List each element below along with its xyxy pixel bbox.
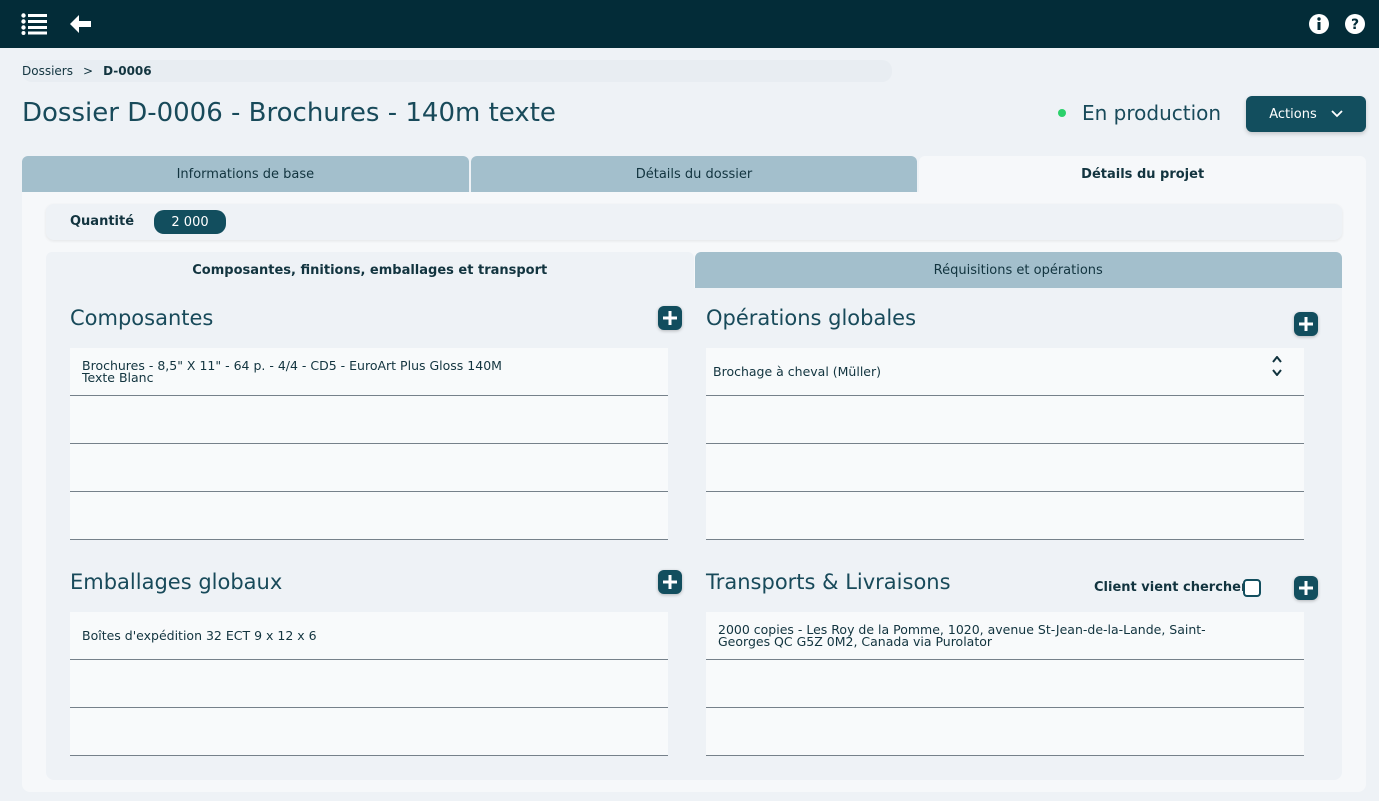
tab-informations-de-base[interactable]: Informations de base xyxy=(22,156,469,192)
breadcrumb-separator: > xyxy=(83,64,94,78)
help-icon[interactable]: ? xyxy=(1342,12,1368,36)
inner-tabs: Composantes, finitions, emballages et tr… xyxy=(46,252,1342,288)
arrow-up-icon[interactable] xyxy=(1272,356,1282,363)
composantes-title: Composantes xyxy=(70,306,214,330)
breadcrumb: Dossiers > D-0006 xyxy=(22,60,892,82)
scrollbar[interactable] xyxy=(668,348,682,540)
back-arrow-icon[interactable] xyxy=(67,12,93,36)
breadcrumb-dossiers-link[interactable]: Dossiers xyxy=(22,64,73,78)
plus-icon xyxy=(1299,581,1313,595)
list-item[interactable]: Brochage à cheval (Müller) xyxy=(706,348,1304,396)
scrollbar[interactable] xyxy=(668,612,682,756)
status-dot-icon xyxy=(1058,109,1066,117)
list-item[interactable] xyxy=(70,708,668,756)
add-composante-button[interactable] xyxy=(658,306,682,330)
status-indicator: En production xyxy=(1058,101,1221,125)
list-item[interactable] xyxy=(706,492,1304,540)
actions-button[interactable]: Actions xyxy=(1246,96,1366,132)
list-item[interactable] xyxy=(706,660,1304,708)
arrow-down-icon[interactable] xyxy=(1272,369,1282,376)
quantity-value[interactable]: 2 000 xyxy=(154,210,226,234)
emballages-title: Emballages globaux xyxy=(70,570,283,594)
operations-list: Brochage à cheval (Müller) xyxy=(706,348,1318,540)
top-bar: ? xyxy=(0,0,1379,48)
list-item[interactable] xyxy=(706,444,1304,492)
operations-title: Opérations globales xyxy=(706,306,917,330)
outer-tabs: Informations de base Détails du dossier … xyxy=(22,156,1367,192)
scrollbar[interactable] xyxy=(1304,612,1318,756)
tab-details-du-projet[interactable]: Détails du projet xyxy=(919,156,1367,192)
client-pickup-checkbox[interactable] xyxy=(1243,579,1261,597)
list-item[interactable] xyxy=(706,708,1304,756)
emballages-list: Boîtes d'expédition 32 ECT 9 x 12 x 6 xyxy=(70,612,682,756)
add-operation-button[interactable] xyxy=(1294,312,1318,336)
tab-requisitions-operations[interactable]: Réquisitions et opérations xyxy=(694,252,1342,288)
list-item[interactable] xyxy=(706,396,1304,444)
chevron-down-icon xyxy=(1331,110,1343,118)
plus-icon xyxy=(663,311,677,325)
menu-icon[interactable] xyxy=(21,12,47,36)
list-item[interactable]: 2000 copies - Les Roy de la Pomme, 1020,… xyxy=(706,612,1304,660)
quantity-bar xyxy=(46,204,1342,240)
list-item[interactable] xyxy=(70,660,668,708)
actions-button-label: Actions xyxy=(1269,106,1317,122)
svg-text:?: ? xyxy=(1351,17,1359,33)
list-item[interactable]: Boîtes d'expédition 32 ECT 9 x 12 x 6 xyxy=(70,612,668,660)
transports-list: 2000 copies - Les Roy de la Pomme, 1020,… xyxy=(706,612,1318,756)
list-item[interactable] xyxy=(70,396,668,444)
list-item[interactable] xyxy=(70,492,668,540)
plus-icon xyxy=(1299,317,1313,331)
add-transport-button[interactable] xyxy=(1294,576,1318,600)
status-label: En production xyxy=(1082,101,1222,125)
plus-icon xyxy=(663,575,677,589)
quantity-label: Quantité xyxy=(70,214,135,229)
info-icon[interactable] xyxy=(1306,12,1332,36)
scrollbar[interactable] xyxy=(1304,348,1318,540)
composantes-list: Brochures - 8,5" X 11" - 64 p. - 4/4 - C… xyxy=(70,348,682,540)
breadcrumb-current: D-0006 xyxy=(103,64,152,78)
reorder-controls xyxy=(1272,356,1282,376)
client-pickup-label: Client vient chercher xyxy=(1094,580,1248,595)
transports-title: Transports & Livraisons xyxy=(706,570,951,594)
page-title: Dossier D-0006 - Brochures - 140m texte xyxy=(22,98,556,128)
tab-details-du-dossier[interactable]: Détails du dossier xyxy=(470,156,918,192)
tab-composantes-finitions[interactable]: Composantes, finitions, emballages et tr… xyxy=(46,252,694,288)
list-item[interactable]: Brochures - 8,5" X 11" - 64 p. - 4/4 - C… xyxy=(70,348,668,396)
add-emballage-button[interactable] xyxy=(658,570,682,594)
list-item[interactable] xyxy=(70,444,668,492)
